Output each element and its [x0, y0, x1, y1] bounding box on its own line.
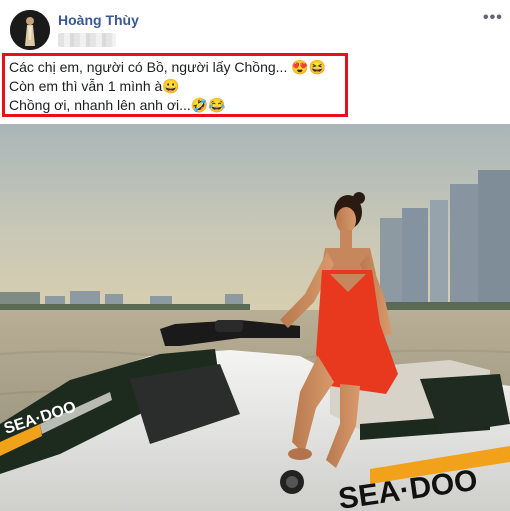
post-caption: Các chị em, người có Bồ, người lấy Chồng…: [9, 58, 326, 115]
caption-line-2: Còn em thì vẫn 1 mình à😀: [9, 78, 180, 94]
author-avatar[interactable]: [10, 10, 50, 50]
more-options-icon[interactable]: •••: [483, 9, 503, 27]
post-timestamp-redacted: [58, 33, 116, 47]
author-name[interactable]: Hoàng Thùy: [58, 12, 139, 28]
facebook-post: Hoàng Thùy ••• Các chị em, người có Bồ, …: [0, 0, 510, 511]
caption-line-3: Chồng ơi, nhanh lên anh ơi...🤣😂: [9, 97, 226, 113]
post-photo[interactable]: SEA·DOO SEA·DOO: [0, 124, 510, 511]
caption-line-1: Các chị em, người có Bồ, người lấy Chồng…: [9, 59, 327, 75]
